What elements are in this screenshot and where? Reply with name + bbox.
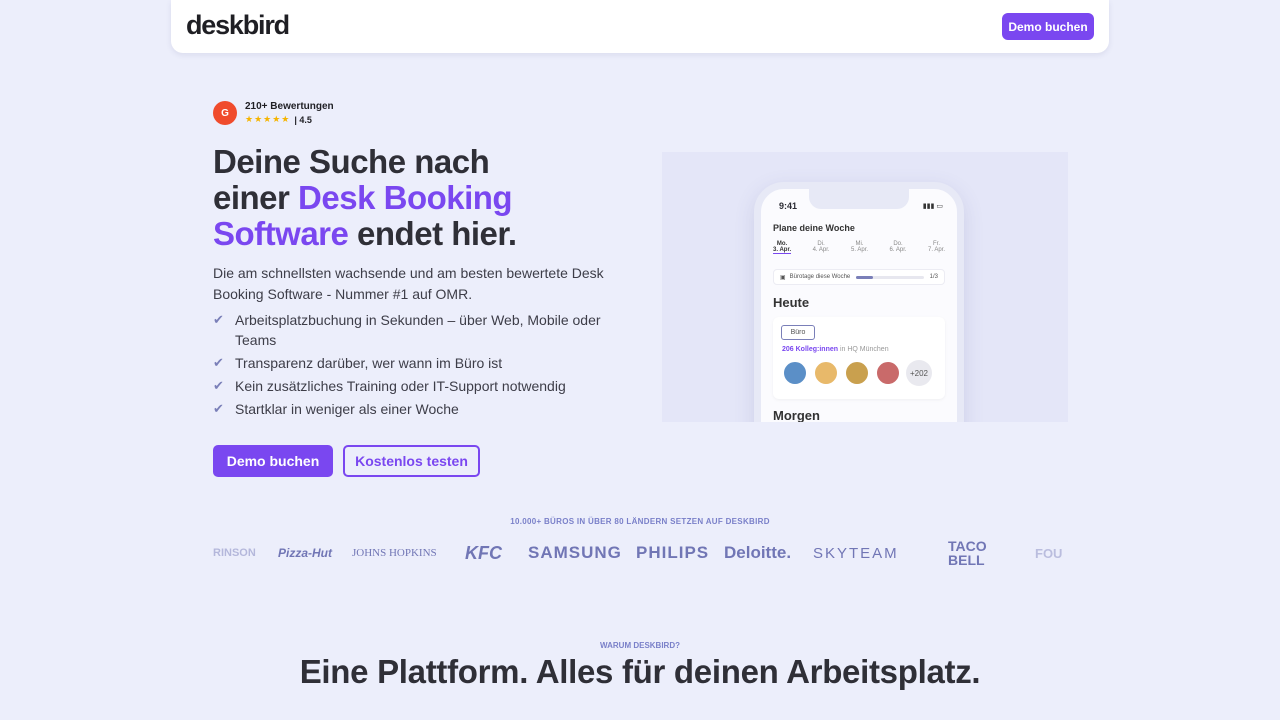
- rating-count: 210+ Bewertungen: [245, 101, 334, 112]
- checklist-label: Startklar in weniger als einer Woche: [235, 401, 459, 417]
- section-title: Eine Plattform. Alles für deinen Arbeits…: [299, 653, 981, 690]
- progress-value: 1/3: [929, 274, 938, 280]
- day-item[interactable]: Mi. 5. Apr.: [851, 241, 868, 254]
- kfc-logo: KFC: [465, 542, 502, 563]
- g2-logo-icon: G: [213, 101, 237, 125]
- checklist-item: ✔ Kein zusätzliches Training oder IT-Supp…: [213, 376, 613, 396]
- headline-line-2a: einer: [213, 179, 299, 216]
- johns-hopkins-logo: JOHNS HOPKINS: [352, 547, 437, 559]
- office-tag: Büro: [781, 325, 815, 340]
- why-eyebrow: WARUM DESKBIRD?: [600, 641, 680, 650]
- phone-title: Plane deine Woche: [773, 223, 855, 233]
- nav-demo-button[interactable]: Demo buchen: [1002, 13, 1094, 40]
- hero-subtext: Die am schnellsten wachsende und am best…: [213, 265, 604, 302]
- demo-buchen-button[interactable]: Demo buchen: [213, 445, 333, 477]
- office-days-progress: ▣ Bürotage diese Woche 1/3: [773, 269, 945, 285]
- phone-frame: 9:41 ▮▮▮ ▭ Plane deine Woche Mo. 3. Apr. …: [754, 182, 964, 422]
- rating-score: | 4.5: [294, 114, 312, 125]
- check-icon: ✔: [213, 378, 224, 393]
- headline-line-1: Deine Suche nach: [213, 143, 490, 180]
- deskbird-logo[interactable]: deskbird: [186, 10, 290, 41]
- day-picker: Mo. 3. Apr. Di. 4. Apr. Mi. 5. Apr. Do. 6. A…: [773, 241, 945, 254]
- tomorrow-heading: Morgen: [773, 408, 820, 422]
- hero-headline: Deine Suche nach einer Desk Booking Soft…: [213, 144, 633, 252]
- g2-rating: G 210+ Bewertungen ★★★★★ | 4.5: [213, 101, 334, 125]
- deloitte-logo: Deloitte.: [724, 543, 792, 562]
- checklist-item: ✔ Arbeitsplatzbuchung in Sekunden – über …: [213, 310, 613, 350]
- day-item[interactable]: Di. 4. Apr.: [813, 241, 830, 254]
- avatar: [844, 360, 870, 386]
- day-item[interactable]: Do. 6. Apr.: [890, 241, 907, 254]
- rating-text: 210+ Bewertungen ★★★★★ | 4.5: [245, 101, 334, 125]
- robinson-logo: RINSON: [213, 547, 256, 559]
- avatar: [782, 360, 808, 386]
- four-logo: FOU: [1035, 545, 1063, 561]
- today-heading: Heute: [773, 295, 810, 310]
- check-icon: ✔: [213, 312, 224, 327]
- headline-accent-2: Software: [213, 215, 349, 252]
- customer-logos: RINSON Pizza-Hut JOHNS HOPKINS KFC SAMSU…: [213, 536, 1063, 570]
- taco-bell-logo: TACO BELL: [948, 538, 987, 568]
- philips-logo: PHILIPS: [636, 543, 710, 562]
- day-item[interactable]: Fr. 7. Apr.: [928, 241, 945, 254]
- checklist-item: ✔ Transparenz darüber, wer wann im Büro i…: [213, 353, 613, 373]
- day-item[interactable]: Mo. 3. Apr.: [773, 241, 792, 254]
- headline-accent-1: Desk Booking: [298, 179, 513, 216]
- avatar-group: +202: [782, 360, 932, 386]
- hero-app-mockup: 9:41 ▮▮▮ ▭ Plane deine Woche Mo. 3. Apr. …: [662, 152, 1068, 422]
- checklist-label: Kein zusätzliches Training oder IT-Suppo…: [235, 378, 566, 394]
- checklist-label: Transparenz darüber, wer wann im Büro is…: [235, 355, 503, 371]
- signal-battery-icon: ▮▮▮ ▭: [922, 203, 943, 210]
- calendar-icon: ▣: [780, 274, 786, 281]
- progress-label: Bürotage diese Woche: [789, 274, 851, 280]
- pizza-hut-logo: Pizza-Hut: [278, 546, 332, 560]
- avatar: [813, 360, 839, 386]
- check-icon: ✔: [213, 355, 224, 370]
- skyteam-logo: SKYTEAM: [813, 544, 899, 562]
- headline-line-3b: endet hier.: [348, 215, 517, 252]
- navbar: deskbird Demo buchen: [171, 0, 1109, 53]
- progress-fill: [856, 275, 874, 279]
- checklist-label: Arbeitsplatzbuchung in Sekunden – über W…: [235, 312, 601, 348]
- phone-notch: [809, 187, 909, 209]
- office-card[interactable]: Büro 206 Kolleg:innen in HQ München +202: [773, 317, 945, 399]
- phone-time: 9:41: [779, 201, 798, 211]
- checklist-item: ✔ Startklar in weniger als einer Woche: [213, 399, 613, 419]
- more-avatars-badge: +202: [906, 360, 932, 386]
- colleagues-text: 206 Kolleg:innen in HQ München: [782, 346, 889, 353]
- check-icon: ✔: [213, 401, 224, 416]
- star-icons: ★★★★★: [245, 114, 291, 124]
- feature-checklist: ✔ Arbeitsplatzbuchung in Sekunden – über …: [213, 310, 613, 422]
- progress-bar: [856, 275, 924, 279]
- logos-title: 10.000+ BÜROS IN ÜBER 80 LÄNDERN SETZEN …: [510, 517, 770, 526]
- samsung-logo: SAMSUNG: [528, 543, 622, 562]
- rating-row: ★★★★★ | 4.5: [245, 114, 334, 125]
- kostenlos-testen-button[interactable]: Kostenlos testen: [343, 445, 480, 477]
- avatar: [875, 360, 901, 386]
